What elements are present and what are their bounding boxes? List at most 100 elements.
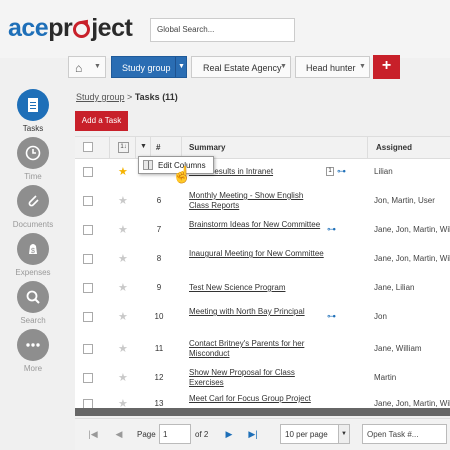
more-icon [17,329,49,361]
star-icon[interactable]: ★ [118,223,128,236]
star-icon[interactable]: ★ [118,165,128,178]
grid-header: 1↓ ▼ # Summary Assigned [75,137,450,159]
previous-page-icon[interactable]: ◀ [111,425,127,443]
row-checkbox[interactable] [83,167,93,177]
task-summary-link[interactable]: Brainstorm Ideas for New Committee [189,220,325,230]
breadcrumb-current: Tasks [134,92,160,102]
table-row[interactable]: ★ 9 Test New Science Program Jane, Lilian [75,275,450,301]
divider [135,137,136,159]
sidebar-item-label: Expenses [15,268,51,277]
page-count-label: of 2 [195,430,209,439]
table-row[interactable]: ★ 8 Inaugural Meeting for New Committee Jan… [75,243,450,275]
dependency-link-icon[interactable]: ⊶ [337,166,346,177]
real-estate-agency-button[interactable]: Real Estate Agency ▼ [191,56,291,78]
add-task-button[interactable]: Add a Task [75,111,128,131]
row-checkbox[interactable] [83,283,93,293]
breadcrumb-project-link[interactable]: Study group [76,92,125,102]
row-checkbox[interactable] [83,225,93,235]
task-summary-link[interactable]: Meeting with North Bay Principal [189,307,325,317]
row-checkbox[interactable] [83,196,93,206]
task-number: 12 [154,373,164,382]
divider [175,57,176,77]
chevron-down-icon[interactable]: ▼ [178,63,185,70]
next-page-icon[interactable]: ▶ [221,425,237,443]
tasks-grid: 1↓ ▼ # Summary Assigned ★ ...nal Results … [75,136,450,416]
divider [367,137,368,159]
page-label: Page [137,430,156,439]
table-row[interactable]: ★ 10 Meeting with North Bay Principal ⊶ Jon [75,301,450,333]
horizontal-scrollbar[interactable] [75,408,450,416]
head-hunter-button[interactable]: Head hunter ▼ [295,56,370,78]
task-summary-link[interactable]: Test New Science Program [189,283,325,293]
dependency-link-icon[interactable]: ⊶ [327,311,336,322]
sidebar-item-more[interactable]: More [0,329,66,377]
star-icon[interactable]: ★ [118,342,128,355]
task-summary-link[interactable]: Show New Proposal for Class Exercises [189,368,325,388]
sidebar-item-search[interactable]: Search [0,281,66,329]
task-summary-link[interactable]: Meet Carl for Focus Group Project [189,394,325,404]
global-search-input[interactable]: Global Search... [150,18,295,42]
select-all-checkbox[interactable] [83,142,93,152]
assigned-users: Jane, Lilian [374,283,415,292]
dependency-link-icon[interactable]: ⊶ [327,224,336,235]
sidebar-item-tasks[interactable]: Tasks [0,89,66,137]
table-row[interactable]: ★ 11 Contact Britney's Parents for her Mis… [75,333,450,365]
assigned-users: Martin [374,373,397,382]
table-row[interactable]: ★ 7 Brainstorm Ideas for New Committee ⊶ Jan… [75,217,450,243]
task-number: 6 [156,196,162,205]
sidebar-item-documents[interactable]: Documents [0,185,66,233]
table-row[interactable]: ★ 6 Monthly Meeting - Show English Class R… [75,185,450,217]
task-number: 11 [154,344,164,353]
row-checkbox[interactable] [83,344,93,354]
add-project-button[interactable]: + [373,55,400,79]
task-summary-link[interactable]: Contact Britney's Parents for her Miscon… [189,339,325,359]
sidebar-item-label: Tasks [22,124,44,133]
star-icon[interactable]: ★ [118,281,128,294]
columns-icon [143,160,153,170]
tasks-icon [17,89,49,121]
page-number-input[interactable]: 1 [159,424,191,444]
breadcrumb-separator: > [124,92,135,102]
column-header-summary[interactable]: Summary [189,143,225,152]
chevron-down-icon[interactable]: ▼ [359,63,366,70]
star-icon[interactable]: ★ [118,194,128,207]
table-row[interactable]: ★ ...nal Results in Intranet 1 ⊶ Lilian [75,159,450,185]
study-group-button[interactable]: Study group ▼ [111,56,187,78]
sidebar-item-time[interactable]: Time [0,137,66,185]
assigned-users: Jane, Jon, Martin, Will [374,399,450,408]
home-dropdown-button[interactable]: ⌂ ▼ [68,56,106,78]
star-icon[interactable]: ★ [118,310,128,323]
star-icon[interactable]: ★ [118,371,128,384]
row-checkbox[interactable] [83,312,93,322]
last-page-icon[interactable]: ▶| [245,425,261,443]
row-checkbox[interactable] [83,373,93,383]
per-page-select[interactable]: 10 per page ▼ [280,424,350,444]
header: acepr ject Global Search... [0,0,450,58]
sidebar-item-expenses[interactable]: $ Expenses [0,233,66,281]
task-number: 8 [156,254,162,263]
task-summary-link[interactable]: Inaugural Meeting for New Committee [189,249,325,259]
chevron-down-icon: ▼ [94,63,101,70]
task-summary-link[interactable]: Monthly Meeting - Show English Class Rep… [189,191,325,211]
logo-ace-text: ace [8,14,49,42]
star-icon[interactable]: ★ [118,252,128,265]
sort-order-icon[interactable]: 1↓ [118,142,129,153]
aceproject-logo[interactable]: acepr ject [8,14,133,43]
column-menu-chevron-icon[interactable]: ▼ [140,143,147,150]
logo-o-icon [73,21,91,38]
first-page-icon[interactable]: |◀ [85,425,101,443]
task-number: 9 [156,283,162,292]
sidebar-item-label: More [23,364,43,373]
chevron-down-icon[interactable]: ▼ [280,63,287,70]
logo-ject-text: ject [91,14,133,42]
expenses-icon: $ [17,233,49,265]
assigned-users: Jane, Jon, Martin, Will [374,254,450,263]
column-header-assigned[interactable]: Assigned [376,143,412,152]
open-task-input[interactable]: Open Task #... [362,424,447,444]
row-checkbox[interactable] [83,254,93,264]
hand-cursor-icon: ☝ [172,167,192,184]
chevron-down-icon[interactable]: ▼ [338,425,349,443]
column-header-number[interactable]: # [156,143,160,152]
sidebar-item-label: Time [24,172,42,181]
table-row[interactable]: ★ 12 Show New Proposal for Class Exercises… [75,365,450,391]
